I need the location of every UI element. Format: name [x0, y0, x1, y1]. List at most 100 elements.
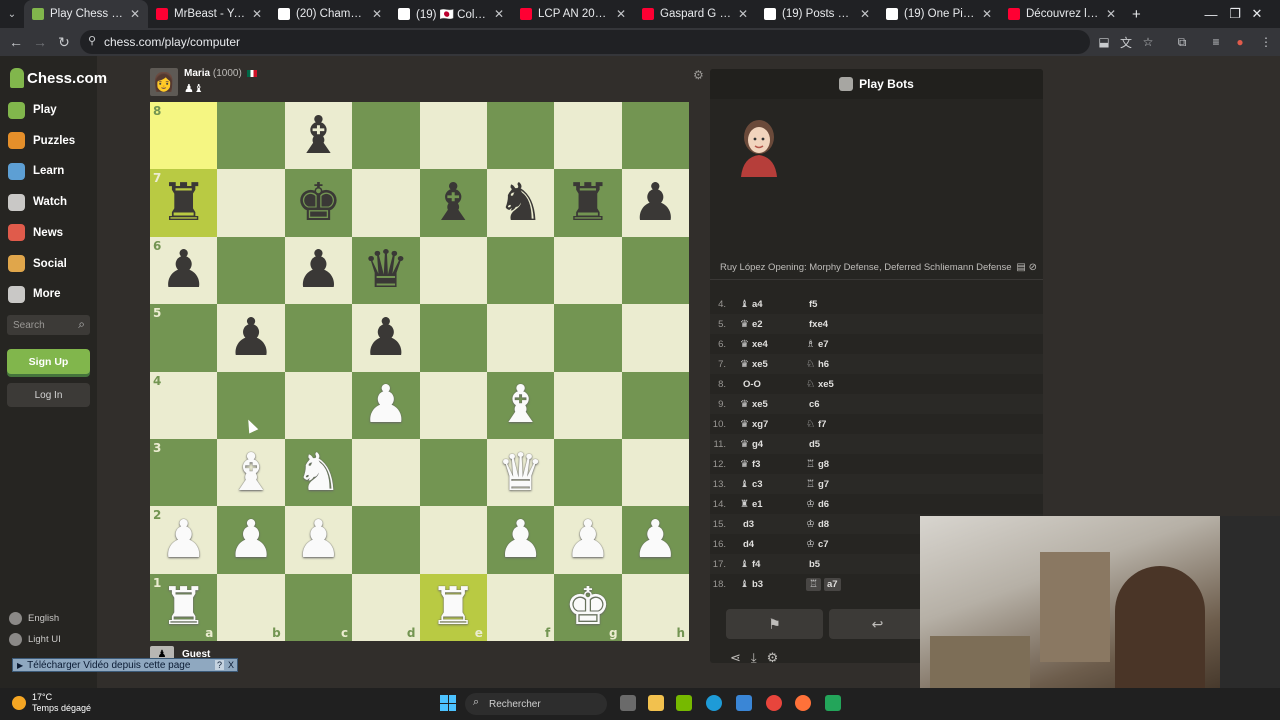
square-f2[interactable]: ♟: [486, 506, 555, 574]
white-pawn-icon[interactable]: ♟: [497, 514, 544, 566]
square-c3[interactable]: ♞: [284, 438, 353, 507]
sidebar-item-social[interactable]: Social: [8, 252, 67, 276]
square-c1[interactable]: c: [284, 573, 353, 641]
white-move[interactable]: d4: [740, 539, 806, 550]
black-move[interactable]: ♔ c7: [806, 539, 926, 550]
square-b6[interactable]: [217, 236, 285, 305]
sidebar-item-watch[interactable]: Watch: [8, 190, 67, 214]
square-g4[interactable]: [554, 371, 622, 439]
white-bishop-icon[interactable]: ♝: [497, 379, 544, 431]
white-move[interactable]: ♛ xg7: [740, 419, 806, 430]
close-button[interactable]: X: [228, 660, 237, 670]
white-move[interactable]: ♛ xe4: [740, 339, 806, 350]
black-queen-icon[interactable]: ♛: [363, 244, 410, 296]
windows-start-icon[interactable]: [440, 695, 456, 711]
menu-icon[interactable]: ⋮: [1256, 32, 1276, 52]
square-g3[interactable]: [554, 438, 622, 507]
back-icon[interactable]: ←: [4, 30, 28, 54]
square-b5[interactable]: ♟: [217, 304, 285, 372]
browser-tab[interactable]: LCP AN 2018 04 22 2 ✕: [512, 0, 634, 28]
square-d7[interactable]: [352, 169, 420, 237]
black-move[interactable]: ♖ a7: [806, 577, 926, 591]
square-f5[interactable]: [486, 304, 555, 372]
browser-tab[interactable]: (19) One Piece Spoile ✕: [878, 0, 1000, 28]
square-h3[interactable]: [621, 438, 689, 507]
square-b7[interactable]: [217, 169, 285, 237]
square-d1[interactable]: d: [352, 573, 420, 641]
black-move[interactable]: b5: [806, 559, 926, 570]
sidebar-item-news[interactable]: News: [8, 221, 63, 245]
tab-close-icon[interactable]: ✕: [130, 7, 140, 21]
browser-tab[interactable]: (19) Posts avec répon ✕: [756, 0, 878, 28]
download-video-bar[interactable]: ▶ Télécharger Vidéo depuis cette page ? …: [12, 658, 238, 672]
opponent-name[interactable]: Maria: [184, 68, 210, 79]
theme-toggle[interactable]: Light UI: [9, 632, 61, 646]
square-f7[interactable]: ♞: [486, 169, 555, 237]
browser-tab[interactable]: MrBeast - YouTube ✕: [148, 0, 270, 28]
white-move[interactable]: ♝ c3: [740, 479, 806, 490]
white-pawn-icon[interactable]: ♟: [160, 514, 207, 566]
close-window-icon[interactable]: ✕: [1234, 0, 1280, 28]
browser-tab[interactable]: Gaspard G - YouTube ✕: [634, 0, 756, 28]
square-h7[interactable]: ♟: [621, 169, 689, 237]
white-knight-icon[interactable]: ♞: [295, 447, 342, 499]
square-b1[interactable]: b: [217, 573, 285, 641]
black-rook-icon[interactable]: ♜: [565, 177, 612, 229]
sidebar-item-more[interactable]: More: [8, 282, 60, 306]
chess-logo[interactable]: Chess.com: [10, 66, 107, 90]
tab-close-icon[interactable]: ✕: [1106, 7, 1116, 21]
square-f4[interactable]: ♝: [486, 371, 555, 439]
extensions-icon[interactable]: ⧉: [1172, 32, 1192, 52]
white-move[interactable]: ♛ xe5: [740, 399, 806, 410]
black-move[interactable]: ♖ g8: [806, 459, 926, 470]
white-bishop-icon[interactable]: ♝: [228, 447, 275, 499]
book-icon[interactable]: ▤: [1016, 262, 1025, 273]
browser-tab[interactable]: (19) 🇯🇵 Colonel Otaku ✕: [390, 0, 512, 28]
black-pawn-icon[interactable]: ♟: [363, 312, 410, 364]
tab-close-icon[interactable]: ✕: [372, 7, 382, 21]
black-move[interactable]: c6: [806, 399, 926, 410]
share-icon[interactable]: ⋖: [730, 650, 741, 663]
square-h5[interactable]: [621, 304, 689, 372]
square-g1[interactable]: g ♚: [554, 573, 622, 641]
square-d4[interactable]: ♟: [352, 371, 420, 439]
language-selector[interactable]: English: [9, 611, 59, 625]
settings-icon[interactable]: ⚙: [767, 650, 779, 663]
black-move[interactable]: ♔ d8: [806, 519, 926, 530]
square-b3[interactable]: ♝: [217, 438, 285, 507]
new-tab-button[interactable]: +: [1124, 0, 1149, 28]
square-c5[interactable]: [284, 304, 353, 372]
white-move[interactable]: ♛ e2: [740, 319, 806, 330]
square-a3[interactable]: 3: [150, 438, 218, 507]
black-bishop-icon[interactable]: ♝: [295, 110, 342, 162]
black-rook-icon[interactable]: ♜: [160, 177, 207, 229]
black-pawn-icon[interactable]: ♟: [295, 244, 342, 296]
square-d6[interactable]: ♛: [352, 236, 420, 305]
black-move[interactable]: ♘ xe5: [806, 379, 926, 390]
black-bishop-icon[interactable]: ♝: [430, 177, 477, 229]
white-move[interactable]: O-O: [740, 379, 806, 390]
black-move[interactable]: ♘ h6: [806, 359, 926, 370]
tab-close-icon[interactable]: ✕: [860, 7, 870, 21]
white-move[interactable]: ♝ a4: [740, 299, 806, 310]
white-pawn-icon[interactable]: ♟: [565, 514, 612, 566]
square-d8[interactable]: [352, 102, 420, 170]
white-move[interactable]: ♛ xe5: [740, 359, 806, 370]
square-c8[interactable]: ♝: [284, 102, 353, 170]
browser-tab[interactable]: Play Chess Online Ag ✕: [24, 0, 148, 28]
square-g2[interactable]: ♟: [554, 506, 622, 574]
chrome-icon[interactable]: [766, 695, 782, 711]
tab-close-icon[interactable]: ✕: [982, 7, 992, 21]
black-move[interactable]: f5: [806, 299, 926, 310]
square-e3[interactable]: [419, 438, 487, 507]
opponent-avatar[interactable]: 👩: [150, 68, 178, 96]
address-bar[interactable]: ⚲ chess.com/play/computer ⬓: [80, 30, 1110, 54]
sidebar-item-learn[interactable]: Learn: [8, 159, 64, 183]
white-move[interactable]: d3: [740, 519, 806, 530]
square-c6[interactable]: ♟: [284, 236, 353, 305]
help-button[interactable]: ?: [214, 660, 224, 670]
chess-board[interactable]: 8 ♝ 7 ♜ ♚ ♝ ♞ ♜ ♟ 6 ♟ ♟ ♛ 5 ♟ ♟ 4 ♟ ♝ 3 ♝ ♞ ♛ 2 ♟ ♟ ♟ ♟ ♟ ♟ 1 a ♜ b c d e ♜ f g…: [150, 102, 689, 641]
white-pawn-icon[interactable]: ♟: [363, 379, 410, 431]
reload-icon[interactable]: ↻: [52, 30, 76, 54]
square-e4[interactable]: [419, 371, 487, 439]
